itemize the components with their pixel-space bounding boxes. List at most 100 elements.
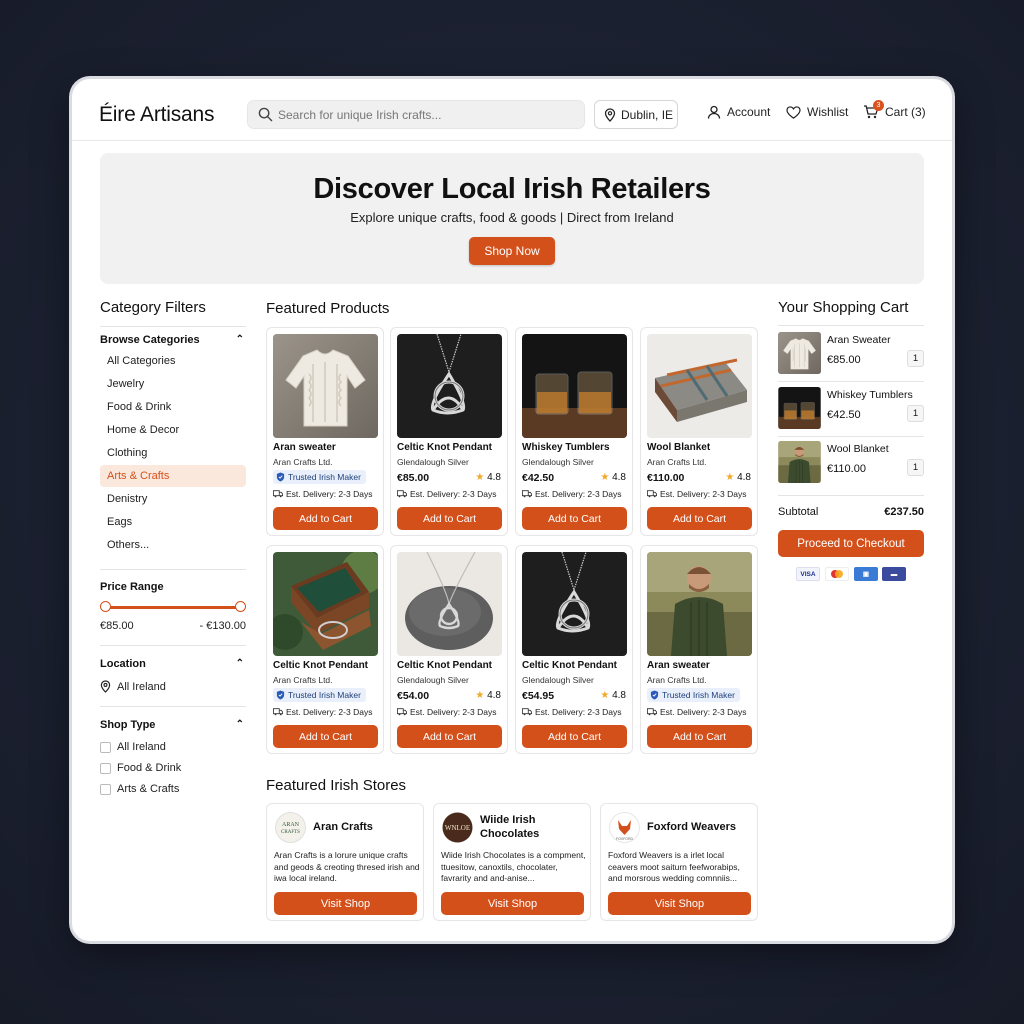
browse-categories-header[interactable]: Browse Categories ⌃ — [100, 334, 246, 346]
divider — [100, 645, 246, 646]
add-to-cart-button[interactable]: Add to Cart — [522, 507, 627, 530]
truck-icon — [397, 708, 407, 716]
category-item[interactable]: All Categories — [100, 350, 246, 372]
product-name[interactable]: Whiskey Tumblers — [522, 442, 610, 453]
delivery-estimate: Est. Delivery: 2-3 Days — [647, 489, 746, 499]
category-item[interactable]: Jewelry — [100, 373, 246, 395]
shop-type-header[interactable]: Shop Type ⌃ — [100, 719, 246, 731]
product-name[interactable]: Wool Blanket — [647, 442, 710, 453]
product-image[interactable] — [522, 552, 627, 656]
checkout-button[interactable]: Proceed to Checkout — [778, 530, 924, 557]
trusted-maker-label: Trusted Irish Maker — [288, 690, 361, 700]
store-name[interactable]: Foxford Weavers — [647, 820, 757, 834]
store-card[interactable]: FOXFORD Foxford Weavers Foxford Weavers is… — [600, 803, 758, 921]
product-name[interactable]: Celtic Knot Pendant — [397, 442, 492, 453]
product-card[interactable]: Celtic Knot Pendant Glendalough Silver €54… — [515, 545, 633, 754]
price-slider-track[interactable] — [105, 606, 240, 609]
store-card[interactable]: WNLOE Wiide Irish Chocolates Wiide Irish C… — [433, 803, 591, 921]
shop-type-checkbox[interactable]: Arts & Crafts — [100, 783, 179, 795]
category-item[interactable]: Denistry — [100, 488, 246, 510]
price-min-handle[interactable] — [100, 601, 111, 612]
product-image[interactable] — [397, 334, 502, 438]
checkbox-icon[interactable] — [100, 741, 111, 753]
cart-item[interactable]: Whiskey Tumblers €42.50 1 — [778, 386, 924, 439]
visit-shop-button[interactable]: Visit Shop — [441, 892, 584, 915]
category-item[interactable]: Others... — [100, 534, 246, 556]
product-card[interactable]: Wool Blanket Aran Crafts Ltd. €110.00 ★ 4.8… — [640, 327, 758, 536]
store-card[interactable]: ARAN CRAFTS Aran Crafts Aran Crafts is a lo… — [266, 803, 424, 921]
product-image[interactable] — [522, 334, 627, 438]
store-logo: WNLOE — [442, 812, 473, 843]
cart-item[interactable]: Aran Sweater €85.00 1 — [778, 332, 924, 384]
product-image[interactable] — [273, 334, 378, 438]
product-card[interactable]: Aran sweater Aran Crafts Ltd. Trusted Iris… — [266, 327, 384, 536]
product-name[interactable]: Celtic Knot Pendant — [397, 660, 492, 671]
hero-subtitle: Explore unique crafts, food & goods | Di… — [350, 210, 674, 225]
truck-icon — [273, 490, 283, 498]
search-input[interactable] — [278, 101, 578, 128]
product-card[interactable]: Celtic Knot Pendant Glendalough Silver €54… — [390, 545, 508, 754]
price-range-header: Price Range — [100, 581, 246, 593]
add-to-cart-button[interactable]: Add to Cart — [273, 725, 378, 748]
product-name[interactable]: Aran sweater — [273, 442, 336, 453]
shop-type-checkbox[interactable]: Food & Drink — [100, 762, 181, 774]
cart-title: Your Shopping Cart — [778, 299, 909, 316]
product-shop: Aran Crafts Ltd. — [273, 675, 333, 685]
trusted-maker-badge: Trusted Irish Maker — [273, 470, 366, 484]
cart-item-quantity[interactable]: 1 — [907, 350, 924, 367]
location-filter-value[interactable]: All Ireland — [100, 680, 166, 693]
category-item[interactable]: Arts & Crafts — [100, 465, 246, 487]
product-name[interactable]: Aran sweater — [647, 660, 710, 671]
delivery-label: Est. Delivery: 2-3 Days — [660, 707, 747, 717]
add-to-cart-button[interactable]: Add to Cart — [522, 725, 627, 748]
add-to-cart-button[interactable]: Add to Cart — [647, 507, 752, 530]
price-max-handle[interactable] — [235, 601, 246, 612]
category-item[interactable]: Clothing — [100, 442, 246, 464]
checkbox-icon[interactable] — [100, 762, 111, 774]
site-logo[interactable]: Éire Artisans — [99, 103, 214, 127]
product-card[interactable]: Celtic Knot Pendant Aran Crafts Ltd. Trust… — [266, 545, 384, 754]
cart-item-price: €42.50 — [827, 408, 861, 421]
add-to-cart-button[interactable]: Add to Cart — [397, 725, 502, 748]
cart-item-quantity[interactable]: 1 — [907, 404, 924, 422]
product-card[interactable]: Whiskey Tumblers Glendalough Silver €42.50… — [515, 327, 633, 536]
product-price: €42.50 — [522, 472, 555, 484]
cart-item[interactable]: Wool Blanket €110.00 1 — [778, 441, 924, 493]
category-item[interactable]: Home & Decor — [100, 419, 246, 441]
visit-shop-button[interactable]: Visit Shop — [274, 892, 417, 915]
top-nav: Éire Artisans Dublin, IE Account Wishlis… — [72, 79, 952, 141]
category-item[interactable]: Eags — [100, 511, 246, 533]
store-name[interactable]: Aran Crafts — [313, 820, 423, 834]
heart-icon — [786, 105, 801, 119]
shop-now-button[interactable]: Shop Now — [469, 237, 555, 265]
product-image[interactable] — [273, 552, 378, 656]
product-shop: Glendalough Silver — [397, 675, 469, 685]
wishlist-link[interactable]: Wishlist — [786, 105, 848, 119]
search-bar[interactable] — [247, 100, 585, 129]
product-name[interactable]: Celtic Knot Pendant — [273, 660, 368, 671]
location-filter-header[interactable]: Location ⌃ — [100, 658, 246, 670]
category-item[interactable]: Food & Drink — [100, 396, 246, 418]
account-link[interactable]: Account — [707, 105, 770, 119]
cart-item-thumbnail — [778, 332, 821, 374]
cart-item-quantity[interactable]: 1 — [907, 459, 924, 476]
store-name[interactable]: Wiide Irish Chocolates — [480, 813, 560, 841]
checkbox-icon[interactable] — [100, 783, 111, 795]
product-card[interactable]: Celtic Knot Pendant Glendalough Silver €85… — [390, 327, 508, 536]
product-image[interactable] — [397, 552, 502, 656]
product-card[interactable]: Aran sweater Aran Crafts Ltd. Trusted Iris… — [640, 545, 758, 754]
app-window: Éire Artisans Dublin, IE Account Wishlis… — [72, 79, 952, 941]
product-rating: ★ 4.8 — [475, 690, 501, 701]
add-to-cart-button[interactable]: Add to Cart — [647, 725, 752, 748]
location-selector[interactable]: Dublin, IE — [594, 100, 678, 129]
product-name[interactable]: Celtic Knot Pendant — [522, 660, 617, 671]
add-to-cart-button[interactable]: Add to Cart — [273, 507, 378, 530]
product-image[interactable] — [647, 334, 752, 438]
location-label: Dublin, IE — [621, 107, 674, 122]
visit-shop-button[interactable]: Visit Shop — [608, 892, 751, 915]
cart-item-thumbnail — [778, 386, 821, 429]
rating-value: 4.8 — [487, 690, 501, 701]
add-to-cart-button[interactable]: Add to Cart — [397, 507, 502, 530]
shop-type-checkbox[interactable]: All Ireland — [100, 741, 166, 753]
product-image[interactable] — [647, 552, 752, 656]
